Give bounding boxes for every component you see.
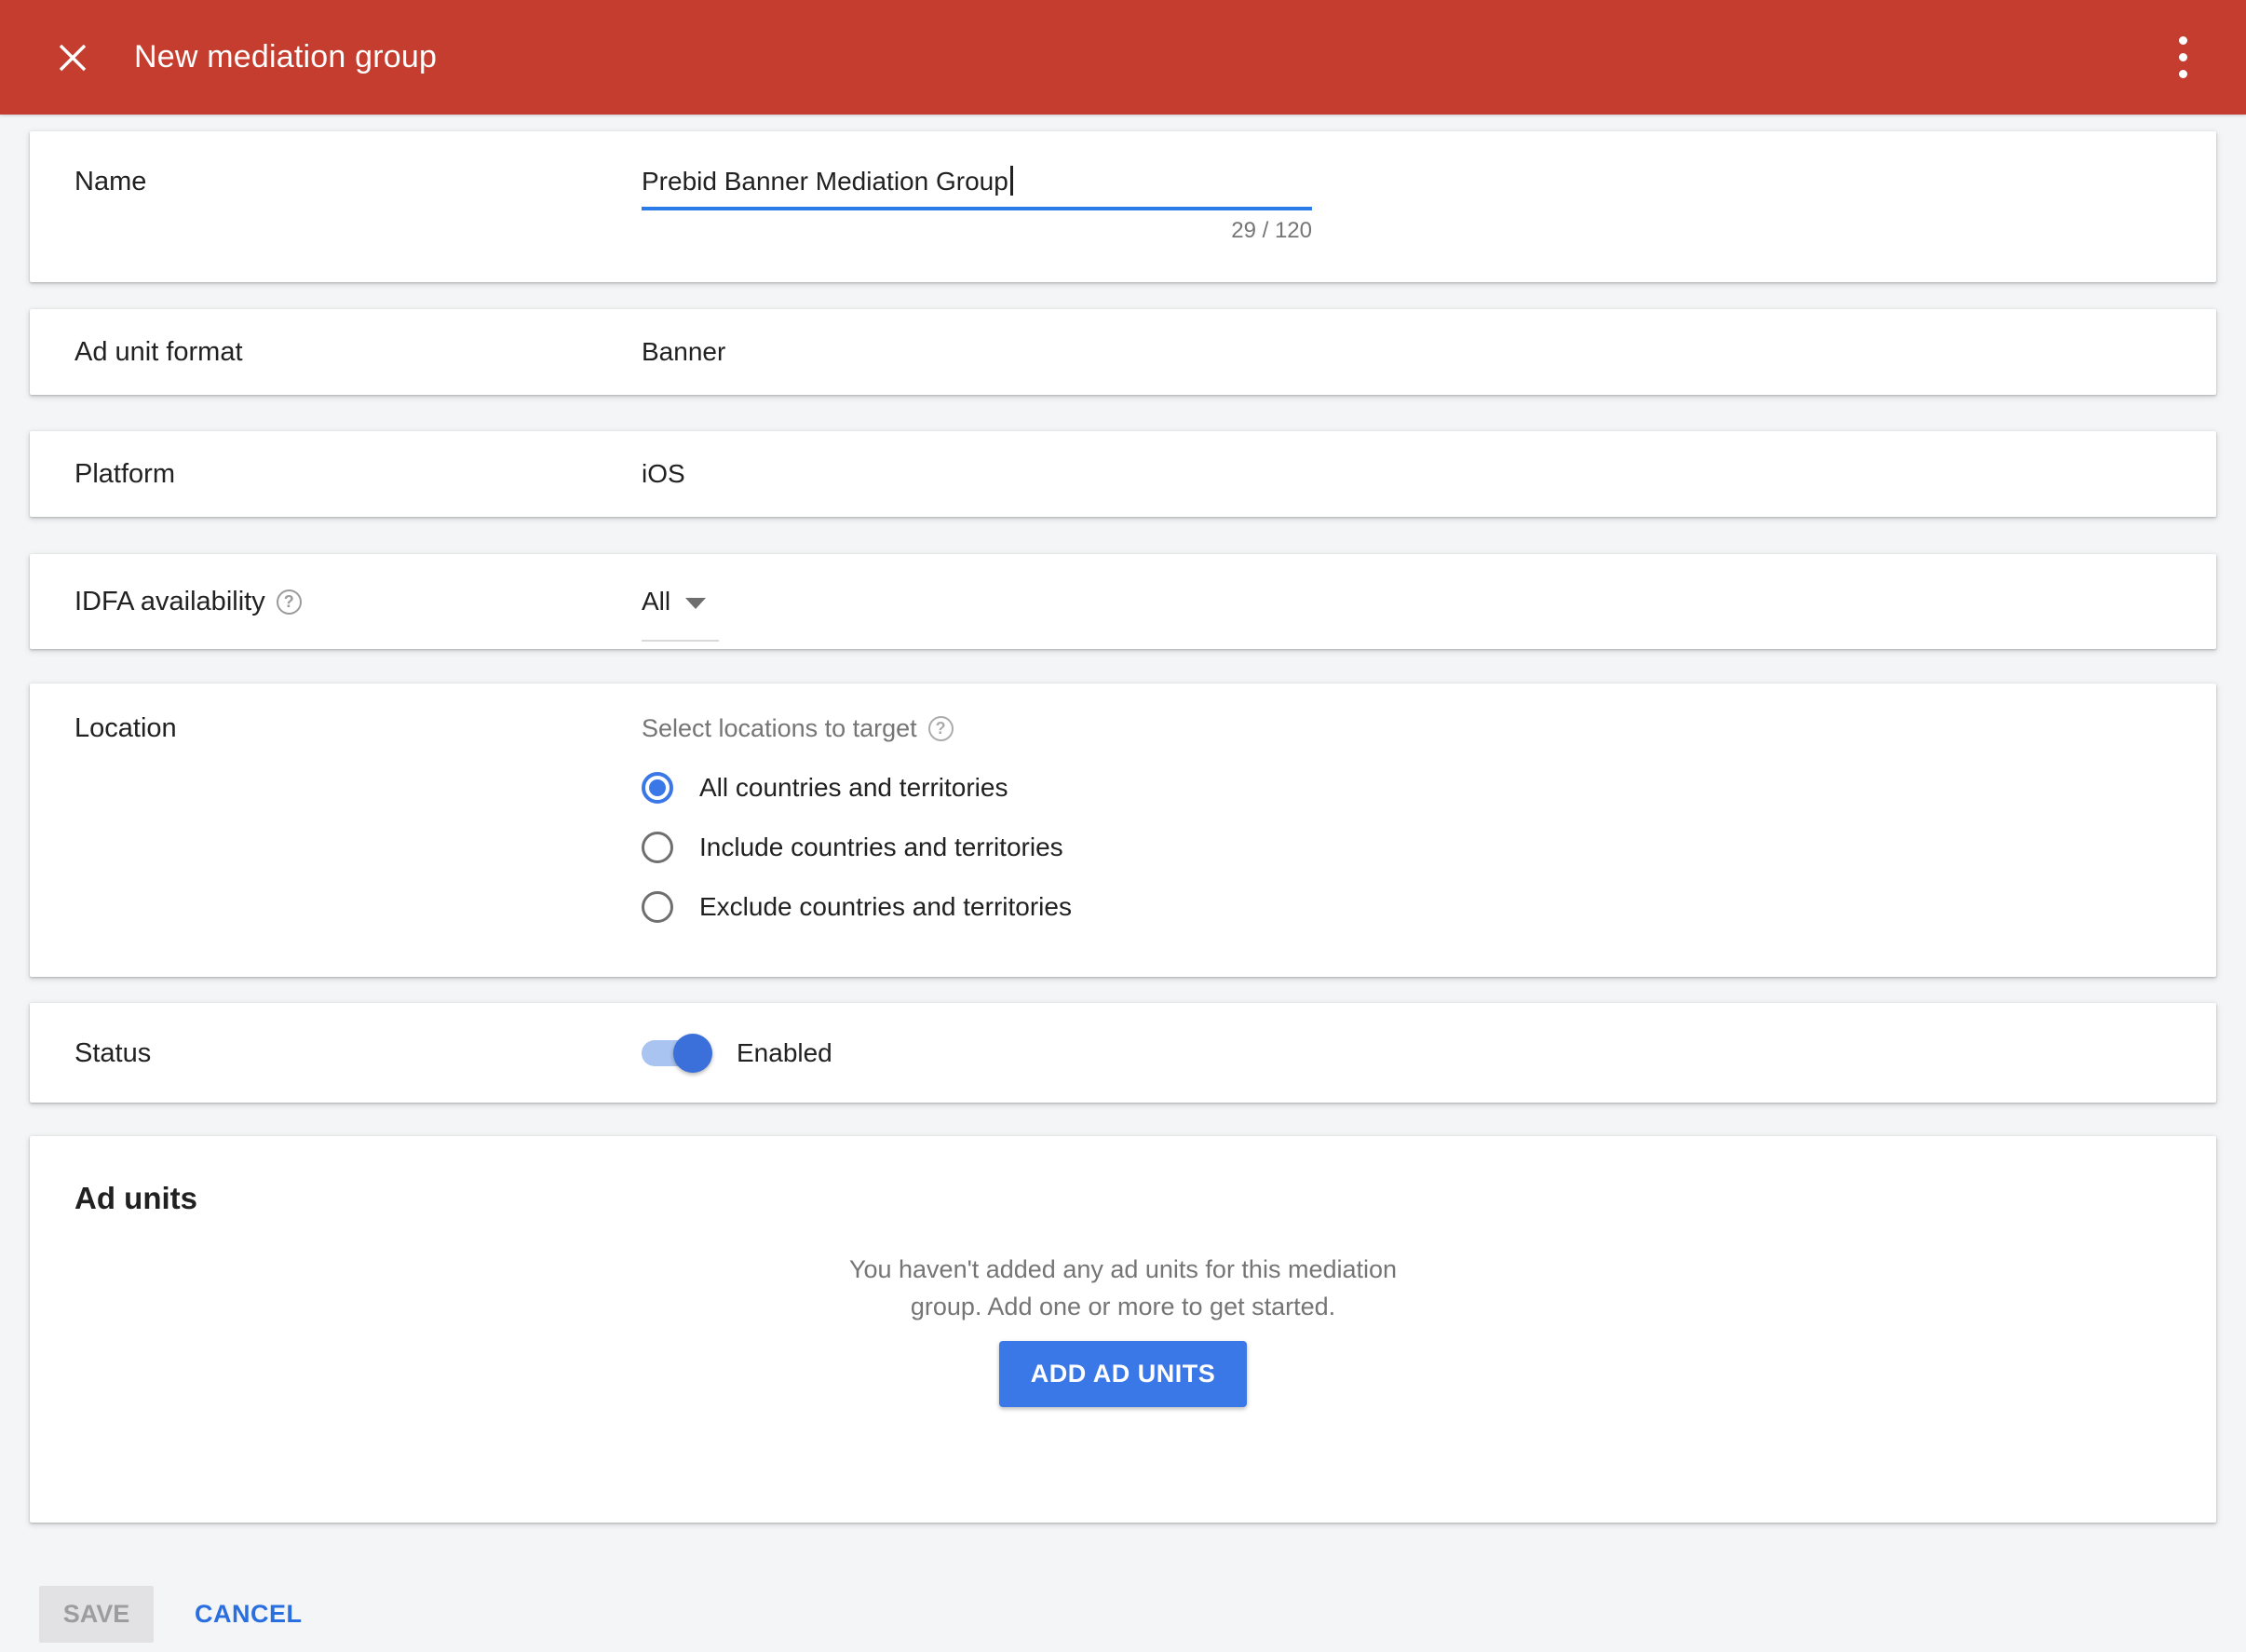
close-icon[interactable] xyxy=(52,37,93,78)
platform-value: iOS xyxy=(642,459,2216,489)
footer-actions: SAVE CANCEL xyxy=(30,1586,2216,1643)
location-prompt: Select locations to target ? xyxy=(642,712,2216,744)
char-counter: 29 / 120 xyxy=(642,218,1312,244)
appbar: New mediation group xyxy=(0,0,2246,115)
ad-unit-format-card: Ad unit format Banner xyxy=(30,309,2216,395)
platform-card: Platform iOS xyxy=(30,431,2216,517)
cancel-button[interactable]: CANCEL xyxy=(195,1600,303,1629)
radio-include-countries[interactable]: Include countries and territories xyxy=(642,832,2216,863)
help-icon[interactable]: ? xyxy=(277,589,302,615)
ad-units-empty-text-line1: You haven't added any ad units for this … xyxy=(74,1255,2172,1283)
status-value: Enabled xyxy=(737,1038,832,1068)
location-card: Location Select locations to target ? Al… xyxy=(30,684,2216,977)
idfa-availability-card: IDFA availability ? All xyxy=(30,554,2216,649)
location-label: Location xyxy=(30,712,642,977)
text-cursor xyxy=(1010,166,1013,196)
overflow-menu-icon[interactable] xyxy=(2162,30,2203,86)
name-input-text: Prebid Banner Mediation Group xyxy=(642,167,1008,196)
ad-unit-format-value: Banner xyxy=(642,337,2216,367)
ad-unit-format-label: Ad unit format xyxy=(30,336,642,368)
x-close-glyph xyxy=(55,40,90,75)
page-title: New mediation group xyxy=(134,39,2162,75)
ad-units-card: Ad units You haven't added any ad units … xyxy=(30,1136,2216,1523)
help-icon[interactable]: ? xyxy=(928,716,954,741)
radio-unselected-icon xyxy=(642,832,673,863)
name-card: Name Prebid Banner Mediation Group 29 / … xyxy=(30,131,2216,282)
platform-label: Platform xyxy=(30,458,642,490)
save-button[interactable]: SAVE xyxy=(39,1586,154,1643)
add-ad-units-button[interactable]: ADD AD UNITS xyxy=(999,1341,1248,1407)
status-card: Status Enabled xyxy=(30,1003,2216,1103)
radio-exclude-countries[interactable]: Exclude countries and territories xyxy=(642,891,2216,923)
status-toggle[interactable] xyxy=(642,1034,709,1073)
ad-units-title: Ad units xyxy=(74,1181,2172,1216)
radio-selected-icon xyxy=(642,772,673,804)
idfa-label: IDFA availability ? xyxy=(30,586,642,617)
toggle-thumb xyxy=(673,1034,712,1073)
radio-all-countries[interactable]: All countries and territories xyxy=(642,772,2216,804)
idfa-select[interactable]: All xyxy=(642,586,719,642)
ad-units-empty-text-line2: group. Add one or more to get started. xyxy=(74,1293,2172,1320)
dropdown-arrow-icon xyxy=(685,598,706,609)
idfa-selected-value: All xyxy=(642,586,670,617)
name-input[interactable]: Prebid Banner Mediation Group xyxy=(642,166,1312,210)
radio-unselected-icon xyxy=(642,891,673,923)
status-label: Status xyxy=(30,1037,642,1069)
name-label: Name xyxy=(30,166,642,282)
